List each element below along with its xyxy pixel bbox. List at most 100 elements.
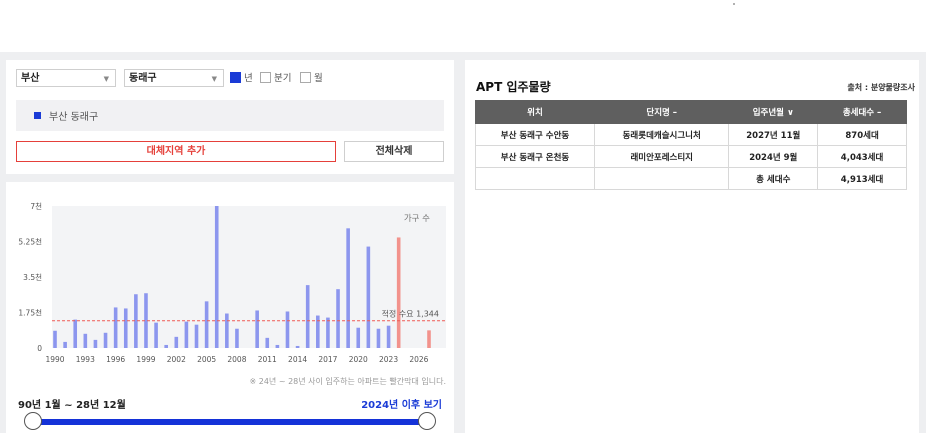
chart-bar xyxy=(396,237,401,348)
chart-bar xyxy=(63,341,67,348)
cell-location: 부산 동래구 수안동 xyxy=(475,123,595,146)
total-label: 총 세대수 xyxy=(728,167,819,190)
chart-bar xyxy=(93,339,98,348)
chart-bar xyxy=(204,301,209,348)
district-select-value: 동래구 xyxy=(129,73,157,84)
x-tick-label: 2008 xyxy=(227,355,246,364)
y-tick-label: 7천 xyxy=(30,201,42,211)
cell-move-in-date: 2027년 11월 xyxy=(728,123,819,146)
table-total-row: 총 세대수 4,913세대 xyxy=(475,167,907,190)
chart-bar xyxy=(265,337,270,348)
x-tick-label: 1990 xyxy=(45,355,64,364)
city-select[interactable]: 부산 ▼ xyxy=(16,69,116,87)
table-row[interactable]: 부산 동래구 온천동 래미안포레스티지 2024년 9월 4,043세대 xyxy=(475,145,907,168)
checkbox-quarter-label: 분기 xyxy=(274,73,292,84)
x-tick-label: 1993 xyxy=(76,355,95,364)
dot-mark xyxy=(733,3,735,5)
cell-households: 4,043세대 xyxy=(817,145,907,168)
x-tick-label: 2011 xyxy=(258,355,277,364)
range-slider-track[interactable] xyxy=(28,419,432,425)
x-tick-label: 2026 xyxy=(409,355,428,364)
chart-bar xyxy=(346,228,350,348)
chevron-down-icon: ▼ xyxy=(211,75,217,83)
supply-chart: 적정 수요 1,344 0 1.75천 3.5천 5.25천 7천 1990 1993 19… xyxy=(6,190,454,400)
x-tick-label: 2005 xyxy=(197,355,216,364)
y-axis-label: 가구 수 xyxy=(404,214,430,224)
chart-bar xyxy=(184,321,189,348)
chart-bar xyxy=(305,285,310,348)
chart-bar xyxy=(336,289,340,348)
y-tick-label: 5.25천 xyxy=(18,237,42,247)
add-region-button[interactable]: 대체지역 추가 xyxy=(16,141,336,162)
chart-bar xyxy=(164,344,168,348)
source-label: 출처 : 분양물량조사 xyxy=(847,83,915,92)
selected-region-label: 부산 동래구 xyxy=(49,112,99,123)
chart-bar xyxy=(275,344,280,348)
chart-bar xyxy=(194,324,199,348)
table-row[interactable]: 부산 동래구 수안동 동래롯데캐슬시그니처 2027년 11월 870세대 xyxy=(475,123,907,146)
chart-bar xyxy=(53,330,57,348)
cell-households: 870세대 xyxy=(817,123,907,146)
checkbox-year[interactable] xyxy=(230,72,241,83)
chart-bar xyxy=(225,313,229,348)
y-tick-label: 3.5천 xyxy=(23,272,42,282)
cell-complex: 동래롯데캐슬시그니처 xyxy=(593,123,730,146)
chart-bar xyxy=(103,332,108,348)
range-label: 90년 1월 ~ 28년 12월 xyxy=(18,400,126,411)
range-slider-start-handle[interactable] xyxy=(24,412,42,430)
chevron-down-icon: ▼ xyxy=(103,75,109,83)
chart-bar xyxy=(174,336,179,348)
x-tick-label: 2023 xyxy=(379,355,398,364)
chart-bar xyxy=(386,325,391,348)
cell-empty xyxy=(475,167,595,190)
column-header-location: 위치 xyxy=(475,100,595,124)
column-header-complex[interactable]: 단지명 – xyxy=(593,100,730,124)
x-tick-label: 1996 xyxy=(106,355,125,364)
cell-empty xyxy=(593,167,730,190)
divider xyxy=(6,174,454,182)
cell-complex: 래미안포레스티지 xyxy=(593,145,730,168)
chart-bar xyxy=(326,317,330,348)
x-tick-label: 2017 xyxy=(318,355,337,364)
x-tick-label: 2020 xyxy=(349,355,368,364)
checkbox-year-label: 년 xyxy=(244,73,253,84)
chart-bar xyxy=(123,308,128,348)
selected-region-box: 부산 동래구 xyxy=(16,100,444,131)
supply-bar-chart: 적정 수요 1,344 0 1.75천 3.5천 5.25천 7천 1990 1993 19… xyxy=(18,201,447,386)
column-header-move-in-date[interactable]: 입주년월 ∨ xyxy=(728,100,819,124)
y-tick-label: 1.75천 xyxy=(18,308,42,318)
district-select[interactable]: 동래구 ▼ xyxy=(124,69,224,87)
x-tick-label: 1999 xyxy=(136,355,155,364)
apt-supply-panel: APT 입주물량 출처 : 분양물량조사 위치 단지명 – 입주년월 ∨ 총세대… xyxy=(465,60,919,433)
checkbox-month-label: 월 xyxy=(314,73,323,84)
x-tick-label: 2014 xyxy=(288,355,307,364)
top-bar xyxy=(0,0,926,52)
y-tick-label: 0 xyxy=(37,344,42,353)
chart-bar xyxy=(295,345,300,348)
x-tick-label: 2002 xyxy=(167,355,186,364)
chart-note: ※ 24년 ~ 28년 사이 입주하는 아파트는 빨간막대 입니다. xyxy=(250,376,447,386)
delete-all-button[interactable]: 전체삭제 xyxy=(344,141,444,162)
chart-bar xyxy=(154,322,158,348)
range-slider-end-handle[interactable] xyxy=(418,412,436,430)
chart-bar xyxy=(427,330,431,348)
column-header-households[interactable]: 총세대수 – xyxy=(817,100,907,124)
chart-bar xyxy=(366,246,371,348)
chart-bar xyxy=(376,328,381,348)
checkbox-quarter[interactable] xyxy=(260,72,271,83)
panel-title: APT 입주물량 xyxy=(476,80,551,94)
chart-bar xyxy=(113,307,118,348)
cell-location: 부산 동래구 온천동 xyxy=(475,145,595,168)
reference-line-label: 적정 수요 1,344 xyxy=(382,309,439,319)
checkbox-month[interactable] xyxy=(300,72,311,83)
cell-move-in-date: 2024년 9월 xyxy=(728,145,819,168)
chart-bar xyxy=(356,327,361,348)
chart-bar xyxy=(83,333,88,348)
apt-table: 위치 단지명 – 입주년월 ∨ 총세대수 – 부산 동래구 수안동 동래롯데캐슬… xyxy=(475,100,907,190)
view-after-2024-link[interactable]: 2024년 이후 보기 xyxy=(361,396,442,411)
chart-bar xyxy=(255,310,259,348)
total-households: 4,913세대 xyxy=(817,167,907,190)
table-header-row: 위치 단지명 – 입주년월 ∨ 총세대수 – xyxy=(475,100,907,124)
city-select-value: 부산 xyxy=(21,73,40,84)
chart-bar xyxy=(73,319,78,348)
